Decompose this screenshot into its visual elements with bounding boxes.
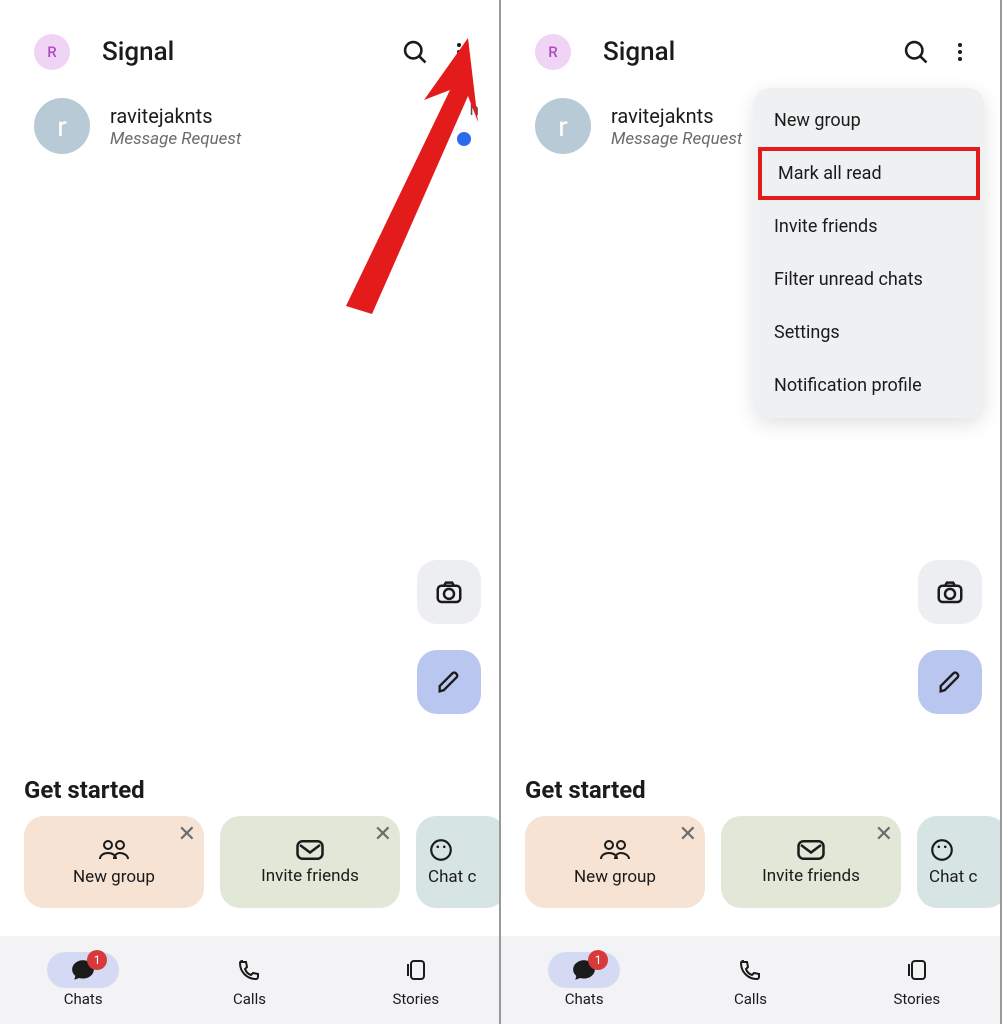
palette-icon <box>428 837 454 863</box>
nav-label: Chats <box>565 990 604 1008</box>
nav-pill-chats: 1 <box>548 952 620 988</box>
stories-icon <box>905 958 929 982</box>
compose-fab[interactable] <box>417 650 481 714</box>
screenshot-panel-left: R Signal r ravitejaknts Message Request … <box>0 0 501 1024</box>
get-started-cards: ✕ New group ✕ Invite friends Chat c <box>525 816 1002 908</box>
group-icon <box>98 837 130 863</box>
get-started-cards: ✕ New group ✕ Invite friends Chat c <box>24 816 501 908</box>
app-title: Signal <box>102 37 393 67</box>
nav-pill-chats: 1 <box>47 952 119 988</box>
nav-label: Calls <box>233 990 266 1008</box>
app-title: Signal <box>603 37 894 67</box>
get-started-heading: Get started <box>525 776 646 804</box>
card-label: Chat c <box>929 867 977 887</box>
card-invite-friends[interactable]: ✕ Invite friends <box>721 816 901 908</box>
phone-icon <box>237 958 261 982</box>
search-icon[interactable] <box>894 30 938 74</box>
stories-icon <box>404 958 428 982</box>
chat-avatar: r <box>34 98 90 154</box>
card-label: New group <box>73 867 155 887</box>
get-started-heading: Get started <box>24 776 145 804</box>
card-label: Invite friends <box>762 866 860 886</box>
unread-badge: 1 <box>588 950 608 970</box>
card-chat-colors[interactable]: Chat c <box>416 816 501 908</box>
chat-list-item[interactable]: r ravitejaknts Message Request h <box>0 88 499 164</box>
nav-stories[interactable]: Stories <box>881 952 953 1008</box>
menu-new-group[interactable]: New group <box>754 94 984 147</box>
card-chat-colors[interactable]: Chat c <box>917 816 1002 908</box>
nav-label: Stories <box>392 990 439 1008</box>
menu-settings[interactable]: Settings <box>754 306 984 359</box>
card-new-group[interactable]: ✕ New group <box>24 816 204 908</box>
overflow-menu: New group Mark all read Invite friends F… <box>754 88 984 418</box>
app-header: R Signal <box>501 0 1000 88</box>
card-invite-friends[interactable]: ✕ Invite friends <box>220 816 400 908</box>
nav-pill-calls <box>213 952 285 988</box>
nav-pill-calls <box>714 952 786 988</box>
screenshot-panel-right: R Signal r ravitejaknts Message Request … <box>501 0 1002 1024</box>
nav-label: Calls <box>734 990 767 1008</box>
search-icon[interactable] <box>393 30 437 74</box>
unread-badge: 1 <box>87 950 107 970</box>
close-icon[interactable]: ✕ <box>374 822 392 847</box>
nav-calls[interactable]: Calls <box>213 952 285 1008</box>
card-new-group[interactable]: ✕ New group <box>525 816 705 908</box>
close-icon[interactable]: ✕ <box>178 822 196 847</box>
card-label: New group <box>574 867 656 887</box>
menu-filter-unread[interactable]: Filter unread chats <box>754 253 984 306</box>
compose-fab[interactable] <box>918 650 982 714</box>
chat-timestamp-peek: h <box>470 100 479 120</box>
nav-chats[interactable]: 1 Chats <box>47 952 119 1008</box>
profile-avatar[interactable]: R <box>535 34 571 70</box>
nav-stories[interactable]: Stories <box>380 952 452 1008</box>
close-icon[interactable]: ✕ <box>875 822 893 847</box>
bottom-nav: 1 Chats Calls Stories <box>0 936 499 1024</box>
mail-icon <box>796 838 826 862</box>
more-options-icon[interactable] <box>437 30 481 74</box>
card-label: Invite friends <box>261 866 359 886</box>
app-header: R Signal <box>0 0 499 88</box>
menu-invite-friends[interactable]: Invite friends <box>754 200 984 253</box>
mail-icon <box>295 838 325 862</box>
chat-text-block: ravitejaknts Message Request <box>110 103 479 149</box>
nav-calls[interactable]: Calls <box>714 952 786 1008</box>
menu-notification-profile[interactable]: Notification profile <box>754 359 984 412</box>
camera-fab[interactable] <box>417 560 481 624</box>
menu-mark-all-read[interactable]: Mark all read <box>758 147 980 200</box>
bottom-nav: 1 Chats Calls Stories <box>501 936 1000 1024</box>
group-icon <box>599 837 631 863</box>
close-icon[interactable]: ✕ <box>679 822 697 847</box>
phone-icon <box>738 958 762 982</box>
palette-icon <box>929 837 955 863</box>
chat-subtitle: Message Request <box>110 129 479 149</box>
card-label: Chat c <box>428 867 476 887</box>
more-options-icon[interactable] <box>938 30 982 74</box>
nav-pill-stories <box>881 952 953 988</box>
camera-fab[interactable] <box>918 560 982 624</box>
chat-name: ravitejaknts <box>110 103 479 129</box>
profile-avatar[interactable]: R <box>34 34 70 70</box>
unread-indicator-dot <box>457 132 471 146</box>
chat-avatar: r <box>535 98 591 154</box>
nav-label: Chats <box>64 990 103 1008</box>
nav-chats[interactable]: 1 Chats <box>548 952 620 1008</box>
nav-label: Stories <box>893 990 940 1008</box>
nav-pill-stories <box>380 952 452 988</box>
